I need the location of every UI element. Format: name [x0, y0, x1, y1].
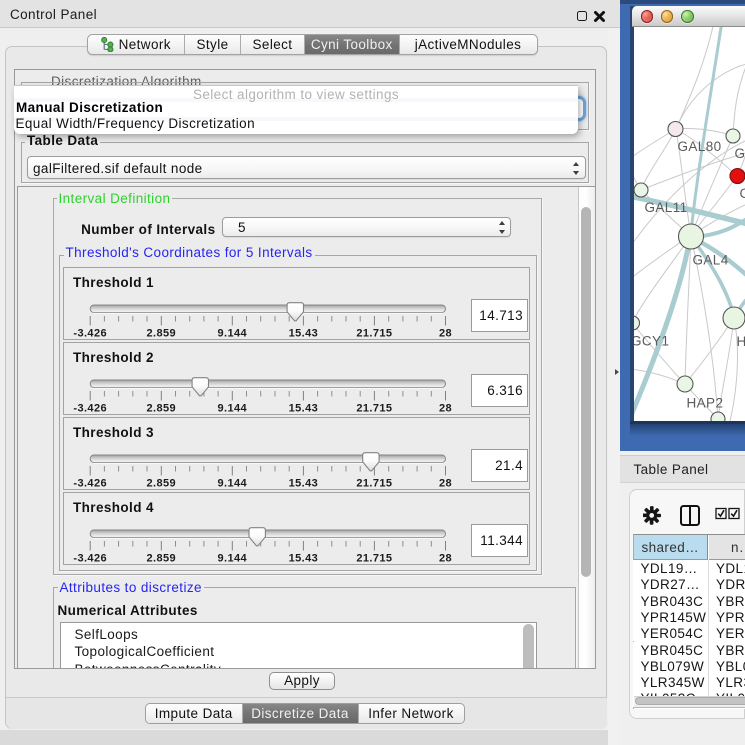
svg-text:21.715: 21.715	[356, 403, 392, 415]
svg-text:28: 28	[439, 553, 452, 565]
svg-text:GCY1: GCY1	[634, 334, 669, 349]
svg-text:15.43: 15.43	[289, 553, 319, 565]
svg-text:-3.426: -3.426	[73, 553, 107, 565]
svg-text:15.43: 15.43	[289, 403, 319, 415]
svg-text:C: C	[739, 186, 745, 201]
svg-text:GA: GA	[734, 146, 745, 161]
svg-text:9.144: 9.144	[218, 403, 248, 415]
svg-text:GAL4: GAL4	[692, 253, 728, 268]
svg-text:2.859: 2.859	[147, 478, 177, 490]
svg-text:9.144: 9.144	[218, 478, 248, 490]
svg-text:H: H	[736, 334, 745, 349]
svg-text:-3.426: -3.426	[73, 328, 107, 340]
svg-text:9.144: 9.144	[218, 553, 248, 565]
svg-text:GAL80: GAL80	[677, 139, 721, 154]
svg-text:2.859: 2.859	[147, 328, 177, 340]
svg-text:-3.426: -3.426	[73, 478, 107, 490]
svg-text:9.144: 9.144	[218, 328, 248, 340]
svg-text:-3.426: -3.426	[73, 403, 107, 415]
svg-text:21.715: 21.715	[356, 328, 392, 340]
svg-text:15.43: 15.43	[289, 478, 319, 490]
svg-text:21.715: 21.715	[356, 553, 392, 565]
svg-text:28: 28	[439, 328, 452, 340]
svg-text:28: 28	[439, 403, 452, 415]
svg-text:2.859: 2.859	[147, 403, 177, 415]
svg-text:21.715: 21.715	[356, 478, 392, 490]
svg-text:HAP2: HAP2	[686, 396, 723, 411]
svg-text:2.859: 2.859	[147, 553, 177, 565]
svg-text:GAL11: GAL11	[644, 200, 687, 215]
svg-text:15.43: 15.43	[289, 328, 319, 340]
svg-text:28: 28	[439, 478, 452, 490]
